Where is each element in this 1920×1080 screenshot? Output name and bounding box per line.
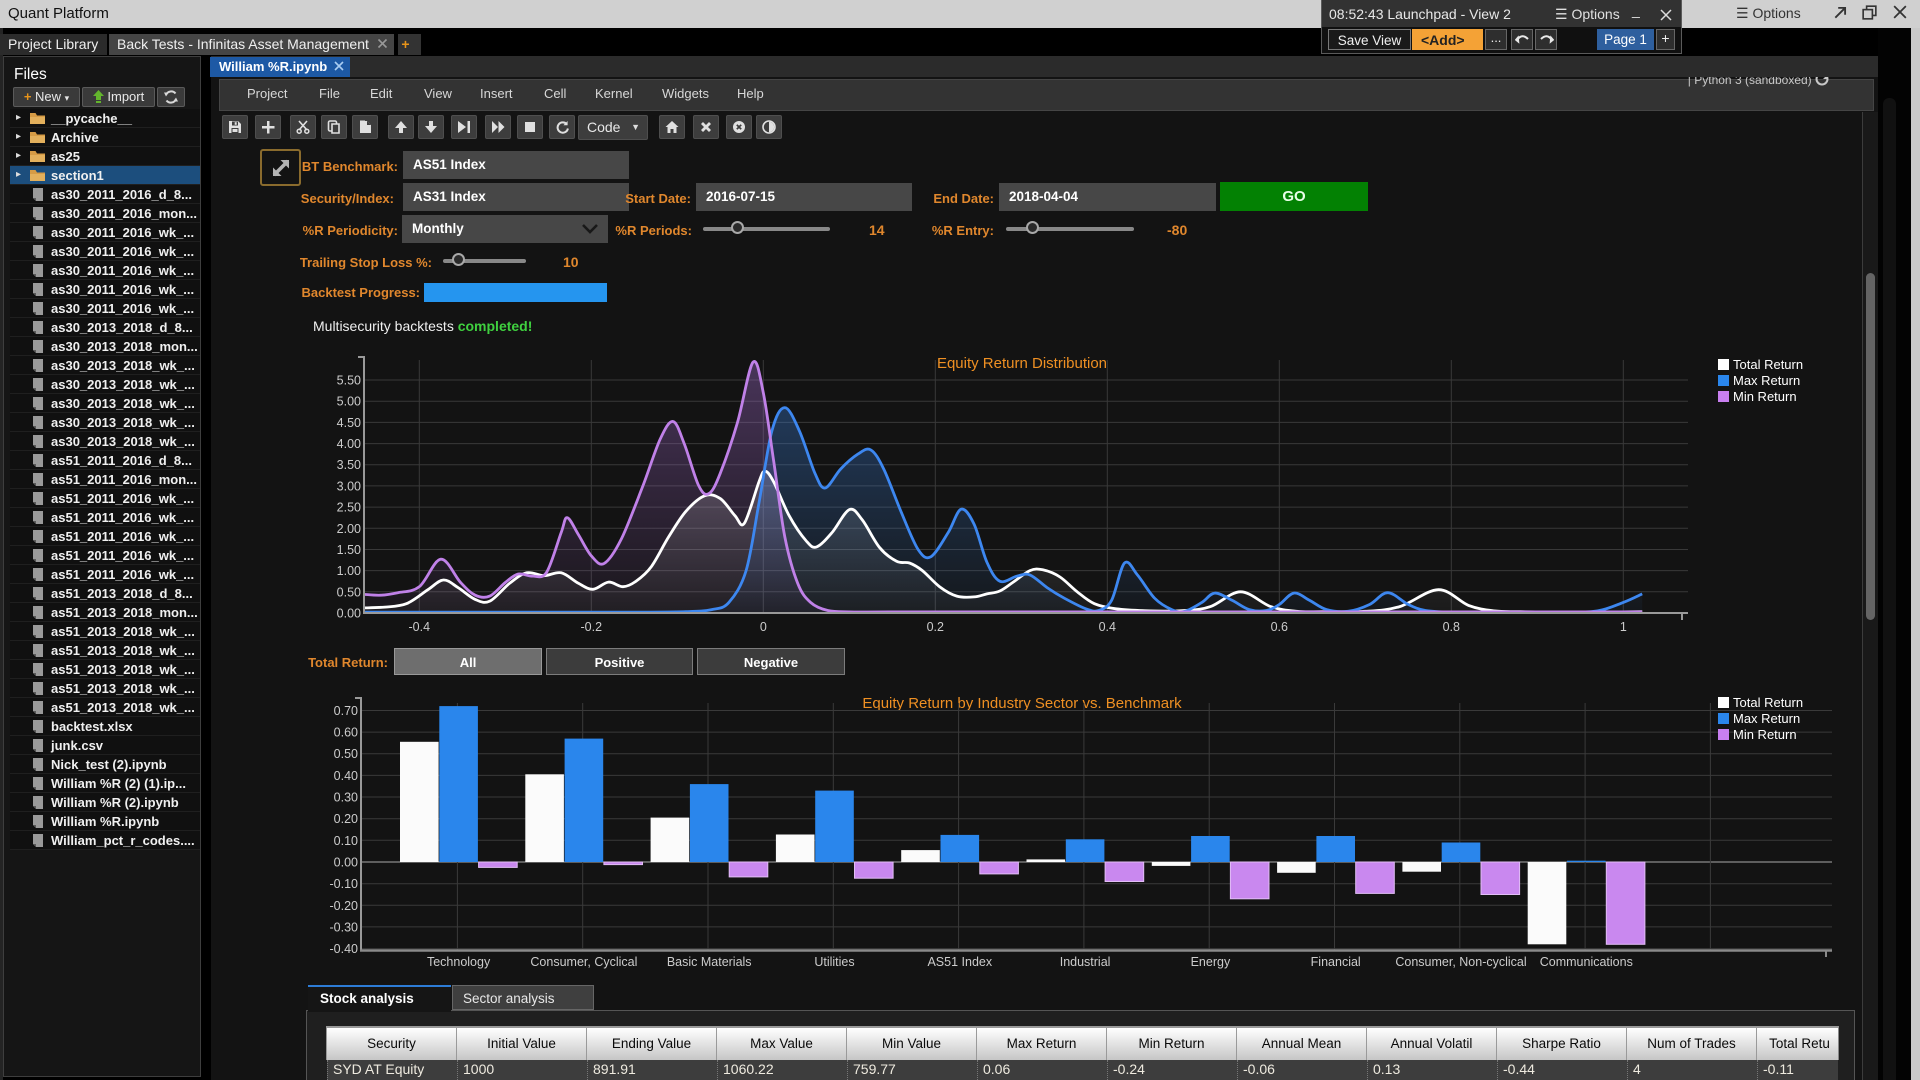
svg-text:Consumer, Cyclical: Consumer, Cyclical (530, 955, 637, 969)
svg-text:AS51 Index: AS51 Index (927, 955, 992, 969)
svg-text:0.50: 0.50 (334, 747, 358, 761)
svg-text:-0.40: -0.40 (330, 942, 359, 956)
svg-text:4.50: 4.50 (337, 416, 361, 430)
svg-text:0.60: 0.60 (334, 726, 358, 740)
svg-text:0.2: 0.2 (927, 620, 944, 634)
svg-text:Basic Materials: Basic Materials (667, 955, 752, 969)
svg-text:-0.20: -0.20 (330, 899, 359, 913)
svg-text:4.00: 4.00 (337, 437, 361, 451)
svg-text:0.50: 0.50 (337, 585, 361, 599)
svg-text:2.00: 2.00 (337, 522, 361, 536)
svg-text:Communications: Communications (1540, 955, 1633, 969)
svg-text:0.4: 0.4 (1099, 620, 1116, 634)
svg-text:0.20: 0.20 (334, 812, 358, 826)
svg-text:3.50: 3.50 (337, 458, 361, 472)
svg-text:1.50: 1.50 (337, 543, 361, 557)
svg-text:0.70: 0.70 (334, 704, 358, 718)
svg-text:5.00: 5.00 (337, 395, 361, 409)
svg-text:0.00: 0.00 (337, 607, 361, 621)
svg-text:Energy: Energy (1191, 955, 1231, 969)
svg-text:0.6: 0.6 (1271, 620, 1288, 634)
svg-text:5.50: 5.50 (337, 374, 361, 388)
svg-text:Financial: Financial (1311, 955, 1361, 969)
svg-text:0.00: 0.00 (334, 856, 358, 870)
svg-text:3.00: 3.00 (337, 479, 361, 493)
svg-text:Utilities: Utilities (814, 955, 854, 969)
svg-text:Technology: Technology (427, 955, 491, 969)
svg-text:0.8: 0.8 (1443, 620, 1460, 634)
svg-text:-0.4: -0.4 (409, 620, 431, 634)
svg-text:Consumer, Non-cyclical: Consumer, Non-cyclical (1395, 955, 1526, 969)
svg-text:-0.10: -0.10 (330, 877, 359, 891)
svg-text:1.00: 1.00 (337, 564, 361, 578)
svg-text:0.10: 0.10 (334, 834, 358, 848)
svg-text:-0.2: -0.2 (581, 620, 603, 634)
svg-text:-0.30: -0.30 (330, 920, 359, 934)
svg-text:0.30: 0.30 (334, 791, 358, 805)
svg-text:0.40: 0.40 (334, 769, 358, 783)
svg-text:1: 1 (1620, 620, 1627, 634)
svg-text:Industrial: Industrial (1060, 955, 1111, 969)
svg-text:2.50: 2.50 (337, 501, 361, 515)
svg-text:0: 0 (760, 620, 767, 634)
